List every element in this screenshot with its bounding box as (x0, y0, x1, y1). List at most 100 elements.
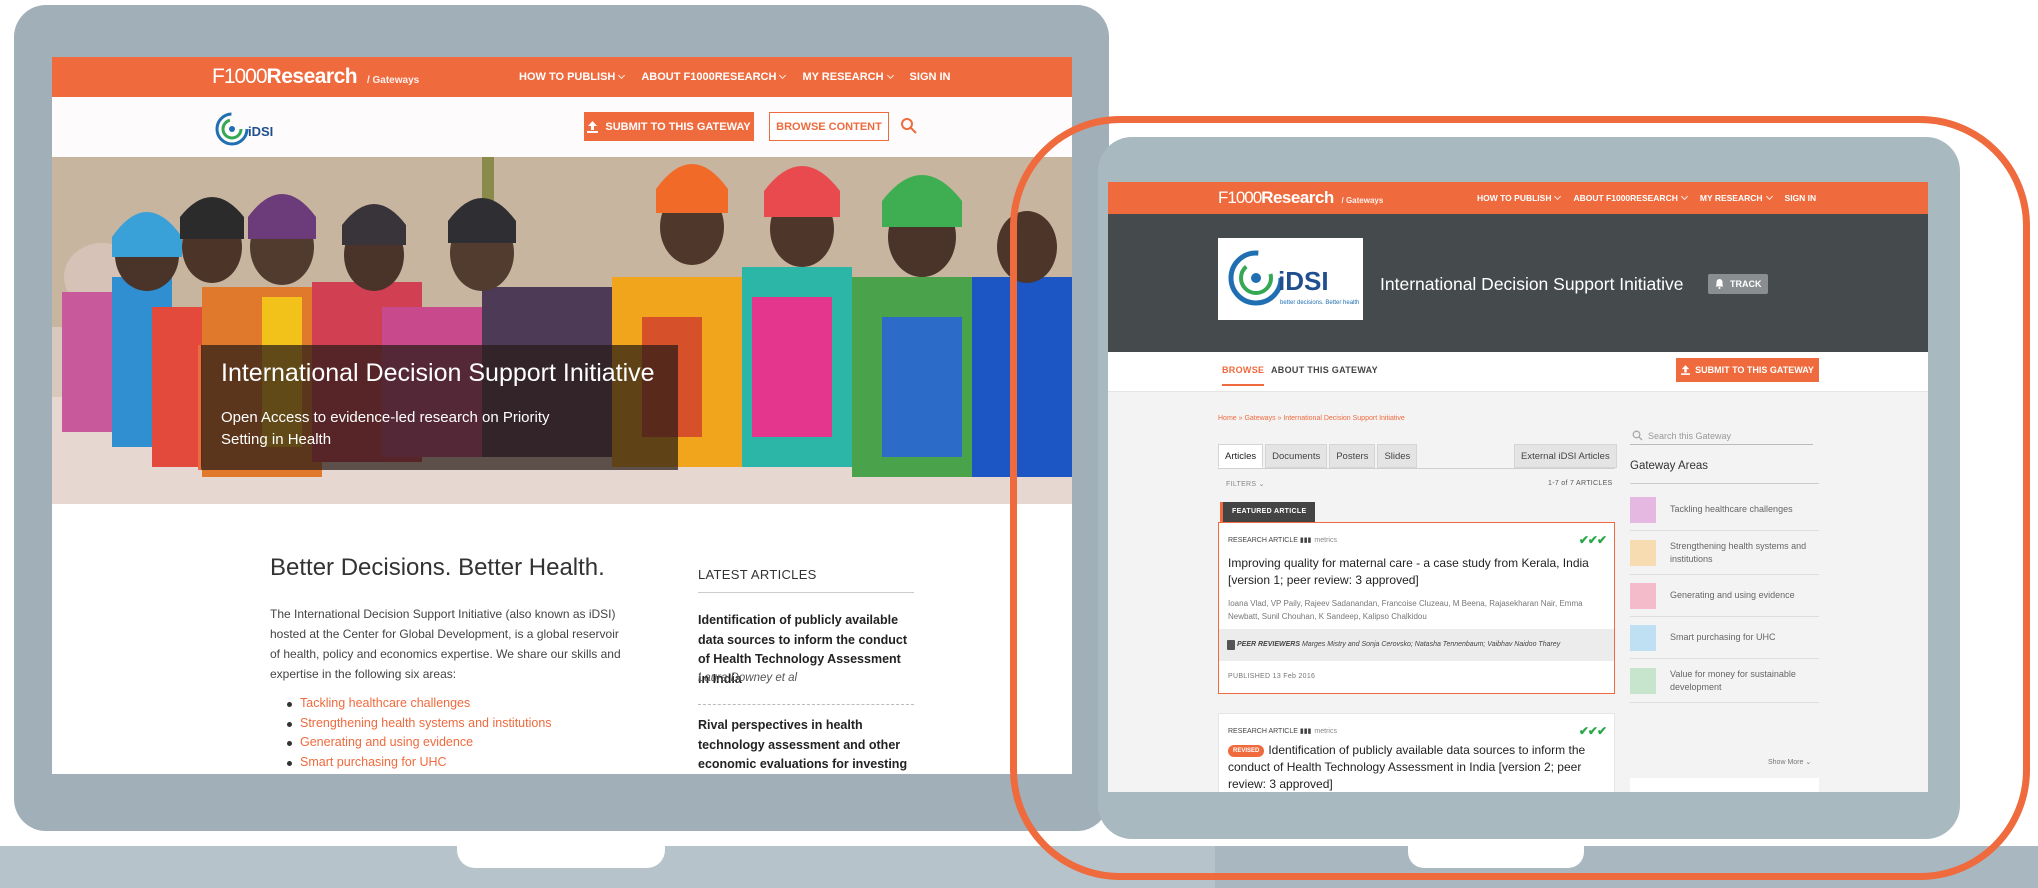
nav-about[interactable]: ABOUT F1000RESEARCH (641, 71, 787, 83)
idsi-logo[interactable]: iDSI (214, 107, 294, 151)
search-placeholder: Search this Gateway (1648, 431, 1732, 441)
nav-sign-in[interactable]: SIGN IN (1785, 193, 1817, 203)
chevron-down-icon (1680, 192, 1688, 201)
latest-article-authors: Laura Downey et al (698, 672, 798, 684)
hero-title: International Decision Support Initiativ… (221, 359, 655, 387)
nav-how-to-publish[interactable]: HOW TO PUBLISH (519, 71, 626, 83)
submit-to-gateway-button[interactable]: SUBMIT TO THIS GATEWAY (584, 112, 754, 141)
peer-reviewers: PEER REVIEWERS Marges Mistry and Sonja C… (1219, 629, 1614, 661)
hero-banner: iDSI SUBMIT TO THIS GATEWAY BROWSE CONTE… (52, 97, 1072, 504)
gateway-area-item[interactable]: Smart purchasing for UHC (1630, 617, 1819, 659)
peer-reviewers-names: Marges Mistry and Sonja Cerovsko; Natash… (1301, 641, 1561, 648)
f1000research-logo[interactable]: F1000Research / Gateways (1218, 188, 1383, 208)
nav-my-research[interactable]: MY RESEARCH (1699, 192, 1773, 203)
metrics-link[interactable]: metrics (1314, 537, 1337, 544)
nav-label: HOW TO PUBLISH (1477, 193, 1552, 203)
approved-ticks-icon: ✔✔✔ (1578, 724, 1607, 738)
intro-paragraph: The International Decision Support Initi… (270, 607, 621, 681)
gateway-area-item[interactable]: Tackling healthcare challenges (1630, 489, 1819, 531)
article-type: RESEARCH ARTICLE ▮▮▮ metrics (1228, 536, 1337, 544)
results-count: 1-7 of 7 ARTICLES (1548, 480, 1613, 487)
logo-f1000: F1000 (212, 65, 268, 88)
gateway-areas-heading: Gateway Areas (1630, 460, 1708, 472)
tab-articles[interactable]: Articles (1218, 444, 1264, 468)
divider (1218, 468, 1615, 469)
logo-research: Research (1261, 188, 1334, 207)
chevron-down-icon: ⌄ (1805, 759, 1812, 766)
f1000research-logo[interactable]: F1000Research / Gateways (212, 65, 419, 89)
tab-posters[interactable]: Posters (1329, 444, 1376, 468)
logo-text: iDSI (1278, 266, 1329, 296)
article-title[interactable]: Improving quality for maternal care - a … (1228, 555, 1613, 589)
bell-icon (1715, 279, 1724, 289)
divider (698, 592, 914, 593)
area-link[interactable]: Strengthening health systems and institu… (270, 714, 552, 734)
breadcrumb[interactable]: Home » Gateways » International Decision… (1218, 415, 1405, 422)
logo-f1000: F1000 (1218, 188, 1262, 207)
nav-label: SIGN IN (909, 71, 951, 83)
area-icon (1630, 539, 1656, 566)
mockup-stage: F1000Research / Gateways HOW TO PUBLISH … (0, 0, 2038, 888)
nav-sign-in[interactable]: SIGN IN (910, 71, 951, 83)
submit-to-gateway-button[interactable]: SUBMIT TO THIS GATEWAY (1676, 358, 1819, 382)
tab-about[interactable]: ABOUT THIS GATEWAY (1271, 365, 1378, 375)
logo-research: Research (266, 65, 358, 88)
tab-browse[interactable]: BROWSE (1222, 365, 1265, 386)
logo-gateways: / Gateways (1341, 196, 1384, 205)
area-icon (1630, 582, 1656, 609)
area-list: Tackling healthcare challenges Strengthe… (270, 694, 552, 772)
logo-gateways: / Gateways (366, 75, 420, 86)
nav-how-to-publish[interactable]: HOW TO PUBLISH (1477, 192, 1562, 203)
metrics-link[interactable]: metrics (1314, 728, 1337, 735)
article-card[interactable]: RESEARCH ARTICLE ▮▮▮ metrics ✔✔✔ REVISED I… (1218, 713, 1615, 792)
gateway-area-item[interactable]: Value for money for sustainable developm… (1630, 659, 1819, 703)
gateway-search-input[interactable]: Search this Gateway (1630, 427, 1813, 445)
featured-article-label: FEATURED ARTICLE (1220, 502, 1316, 522)
logo-tagline: better decisions. Better health (1280, 300, 1359, 306)
nav-about[interactable]: ABOUT F1000RESEARCH (1573, 192, 1688, 203)
browse-content-button[interactable]: BROWSE CONTENT (769, 112, 889, 141)
idsi-logo[interactable]: iDSI better decisions. Better health (1218, 238, 1363, 320)
show-more-label: Show More (1768, 759, 1804, 766)
document-icon (1227, 640, 1235, 650)
screen-gateway-browse: F1000Research / Gateways HOW TO PUBLISH … (1108, 182, 1928, 792)
tab-external-articles[interactable]: External iDSI Articles (1514, 444, 1617, 468)
article-authors: Ioana Vlad, VP Paily, Rajeev Sadanandan,… (1228, 599, 1583, 621)
nav-label: MY RESEARCH (802, 71, 884, 83)
sidebar-widget (1630, 778, 1819, 792)
nav-my-research[interactable]: MY RESEARCH (802, 71, 894, 83)
filters-toggle[interactable]: FILTERS ⌄ (1226, 480, 1265, 488)
chevron-down-icon (886, 71, 894, 80)
featured-article-card[interactable]: RESEARCH ARTICLE ▮▮▮ metrics ✔✔✔ Improvin… (1218, 522, 1615, 694)
hero-caption: International Decision Support Initiativ… (198, 345, 678, 470)
area-link[interactable]: Smart purchasing for UHC (270, 753, 552, 773)
area-link[interactable]: Generating and using evidence (270, 733, 552, 753)
latest-article-title[interactable]: Rival perspectives in health technology … (698, 716, 914, 774)
area-label: Value for money for sustainable developm… (1670, 668, 1796, 692)
area-label: Tackling healthcare challenges (1670, 504, 1793, 514)
submit-label: SUBMIT TO THIS GATEWAY (1695, 365, 1814, 375)
gateway-area-item[interactable]: Strengthening health systems and institu… (1630, 531, 1819, 575)
section-title: Better Decisions. Better Health. (270, 554, 605, 581)
tab-slides[interactable]: Slides (1377, 444, 1418, 468)
article-title[interactable]: REVISED Identification of publicly availa… (1228, 742, 1613, 792)
nav-label: HOW TO PUBLISH (519, 71, 616, 83)
filters-label: FILTERS (1226, 481, 1257, 488)
article-type-label: RESEARCH ARTICLE (1228, 537, 1298, 544)
article-type: RESEARCH ARTICLE ▮▮▮ metrics (1228, 727, 1337, 735)
nav-label: MY RESEARCH (1699, 193, 1763, 203)
gateway-area-item[interactable]: Generating and using evidence (1630, 575, 1819, 617)
area-link[interactable]: Tackling healthcare challenges (270, 694, 552, 714)
tab-documents[interactable]: Documents (1265, 444, 1328, 468)
bar-chart-icon: ▮▮▮ (1299, 728, 1312, 735)
peer-reviewers-label: PEER REVIEWERS (1237, 641, 1301, 648)
search-icon[interactable] (900, 117, 918, 135)
content-type-tabs: Articles Documents Posters Slides (1218, 444, 1419, 468)
track-button[interactable]: TRACK (1708, 274, 1768, 294)
laptop-notch-left (457, 846, 665, 868)
screen-gateway-home: F1000Research / Gateways HOW TO PUBLISH … (52, 57, 1072, 774)
show-more-link[interactable]: Show More ⌄ (1768, 758, 1811, 766)
browse-label: BROWSE CONTENT (776, 120, 882, 133)
nav-label: ABOUT F1000RESEARCH (641, 71, 777, 83)
chevron-down-icon (1554, 192, 1562, 201)
